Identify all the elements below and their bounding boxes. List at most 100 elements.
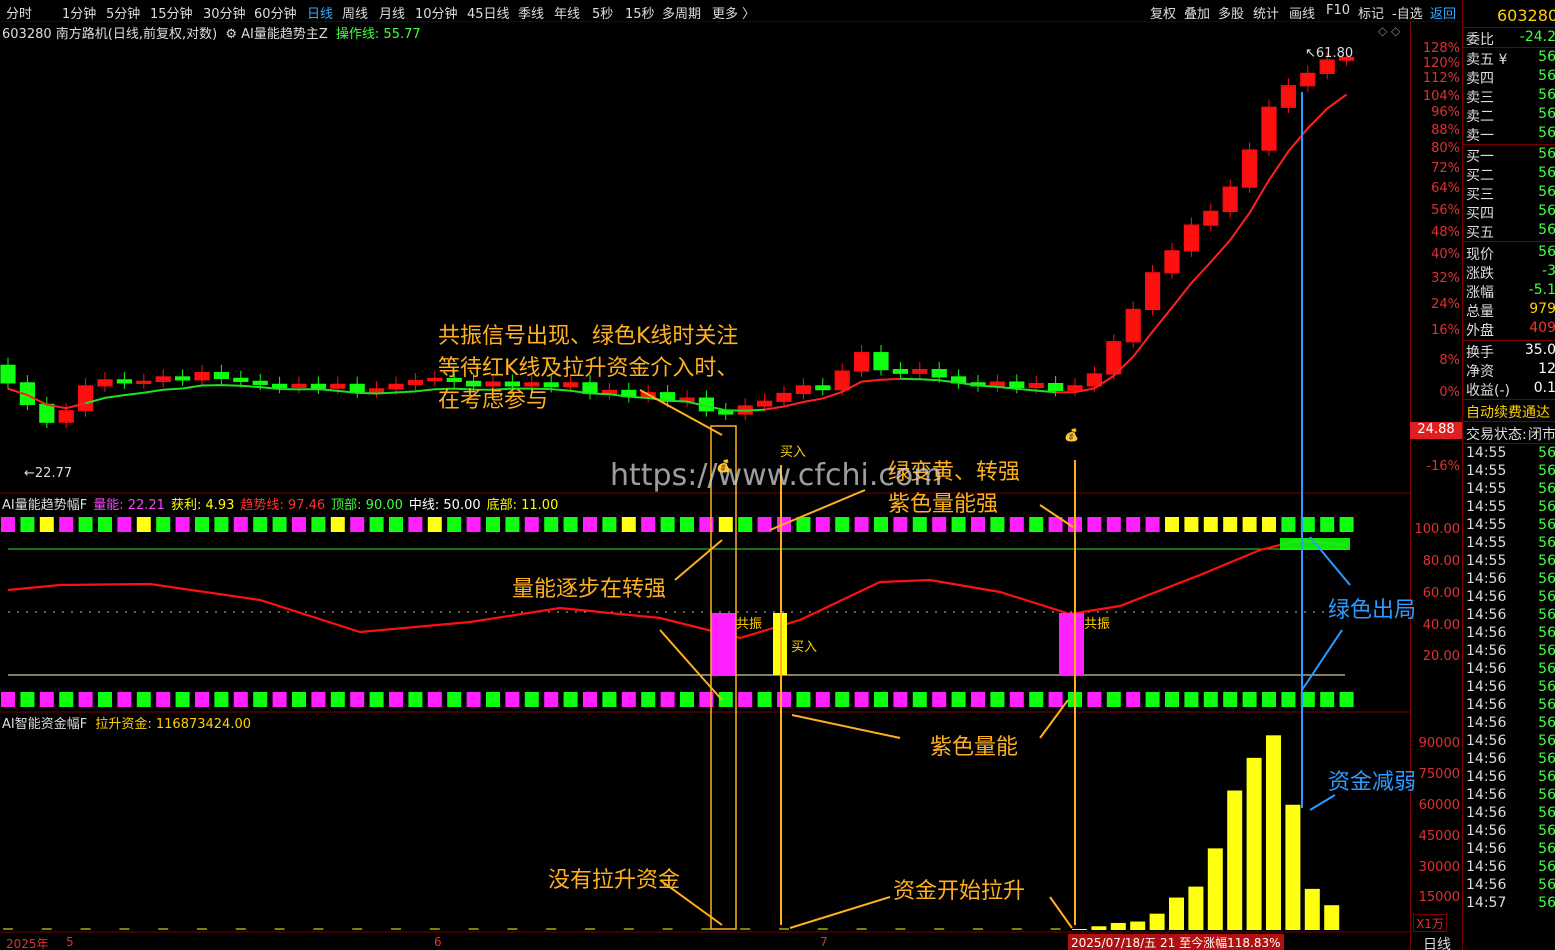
settings-icon[interactable]: ⚙ [225,27,237,42]
candle-fill [1243,150,1257,187]
price-axis: 128% 120% 112% 104% 96% 88% 80% 72% 64% 56% 48% 40%… [1410,22,1462,950]
period-tab-3[interactable]: 15分钟 [150,3,193,22]
buy-level-3: 买四 56 [1466,203,1555,222]
candle-fill [1146,273,1160,309]
price-tick: 88% [1431,123,1460,138]
candle-fill [990,382,1004,386]
tick-row-7-label: 14:56 [1466,571,1507,587]
signal-square [1009,517,1024,532]
auto-renew-link[interactable]: 自动续费通达 [1466,402,1555,420]
signal-square [59,692,74,707]
signal-square [466,517,481,532]
quote-2-label: 涨幅 [1466,285,1494,301]
tick-row-13-label: 14:56 [1466,679,1507,695]
quote-0-label: 现价 [1466,247,1494,263]
tick-row-16-label: 14:56 [1466,733,1507,749]
annotation-top-1: 共振信号出现、绿色K线时关注 [438,324,739,349]
tick-row-19-label: 14:56 [1466,787,1507,803]
signal-square [136,517,151,532]
tick-row-3-value: 56 [1538,499,1555,515]
candle-fill [1301,73,1315,86]
signal-square [1281,692,1296,707]
arrow-volume [674,539,723,581]
fund-tick: 90000 [1418,736,1460,751]
signal-square [1106,517,1121,532]
toolbar-action-1[interactable]: 叠加 [1184,3,1210,22]
signal-square [1145,517,1160,532]
signal-square [1048,692,1063,707]
period-tab-9[interactable]: 10分钟 [415,3,458,22]
period-tab-7[interactable]: 周线 [342,3,368,22]
period-tab-16[interactable]: 更多 〉 [712,3,755,22]
signal-square [427,692,442,707]
toolbar-action-6[interactable]: 标记 [1358,3,1384,22]
period-tab-6[interactable]: 日线 [307,3,333,22]
panel-controls[interactable]: ◇ ◇ [1378,24,1400,38]
quote-1: 涨跌 -3 [1466,263,1555,282]
quote-4: 外盘 409 [1466,320,1555,339]
sub2-title: AI智能资金幅F 拉升资金: 116873424.00 [2,713,251,732]
price-tick: 32% [1431,271,1460,286]
sell-level-4-label: 卖一 [1466,128,1494,144]
signal-square [311,517,326,532]
period-tab-5[interactable]: 60分钟 [254,3,297,22]
candle-fill [1281,86,1295,107]
period-tab-8[interactable]: 月线 [379,3,405,22]
period-tab-10[interactable]: 45日线 [467,3,510,22]
signal-square [39,692,54,707]
period-tab-0[interactable]: 分时 [6,3,32,22]
sub1-title: AI量能趋势幅F 量能: 22.21 获利: 4.93 趋势线: 97.46 顶部: 9… [2,494,558,513]
toolbar-action-4[interactable]: 画线 [1289,3,1315,22]
tick-row-12-label: 14:56 [1466,661,1507,677]
signal-square [486,517,500,532]
tick-row-21-value: 56 [1538,823,1555,839]
period-tab-15[interactable]: 多周期 [662,3,701,22]
tick-row-16: 14:56 56 [1466,733,1555,751]
candle-body [349,383,365,393]
toolbar-action-8[interactable]: 返回 [1430,3,1456,22]
period-tab-4[interactable]: 30分钟 [203,3,246,22]
candle-body [815,385,831,391]
candle-fill [331,384,345,388]
arrow-note [639,389,723,436]
signal-square [1009,692,1024,707]
signal-square [796,692,811,707]
arrow-funds-2 [1049,896,1073,929]
buy-level-4-label: 买五 [1466,225,1494,241]
period-tab-12[interactable]: 年线 [554,3,580,22]
trend-curve [7,538,1346,640]
sub1-tick: 80.00 [1422,554,1460,569]
period-tab-2[interactable]: 5分钟 [106,3,140,22]
annotation-funds-weaken: 资金减弱 [1328,770,1417,795]
toolbar-action-7[interactable]: -自选 [1392,3,1423,22]
candle-fill [680,398,694,401]
sell-level-3: 卖二 56 [1466,106,1555,125]
low-label: ←22.77 [24,466,73,481]
candle-fill [1184,225,1198,251]
period-tab-14[interactable]: 15秒 [625,3,655,22]
tick-row-8: 14:56 56 [1466,589,1555,607]
period-tab-11[interactable]: 季线 [518,3,544,22]
candle-fill [1126,309,1140,342]
signal-square [1029,692,1044,707]
toolbar-action-2[interactable]: 多股 [1218,3,1244,22]
tick-row-10-value: 56 [1538,625,1555,641]
period-tab-1[interactable]: 1分钟 [62,3,96,22]
tick-row-0-value: 56 [1538,445,1555,461]
signal-square [59,517,74,532]
sell-level-0: 卖五 ¥ 56 [1466,49,1555,68]
tick-row-20-label: 14:56 [1466,805,1507,821]
toolbar-action-3[interactable]: 统计 [1253,3,1279,22]
bottom-period-tab[interactable]: 日线 [1423,934,1513,950]
toolbar-action-0[interactable]: 复权 [1150,3,1176,22]
tick-row-2: 14:55 56 [1466,481,1555,499]
tick-row-24: 14:56 56 [1466,877,1555,895]
stat-1-value: 12 [1538,361,1555,377]
fund-bar [1246,757,1262,930]
toolbar-action-5[interactable]: F10 [1326,3,1350,18]
weibi: 委比 -24.2 [1466,29,1555,48]
period-tab-13[interactable]: 5秒 [592,3,613,22]
signal-square [563,517,578,532]
signal-square [835,517,850,532]
price-tick: -16% [1426,459,1460,474]
